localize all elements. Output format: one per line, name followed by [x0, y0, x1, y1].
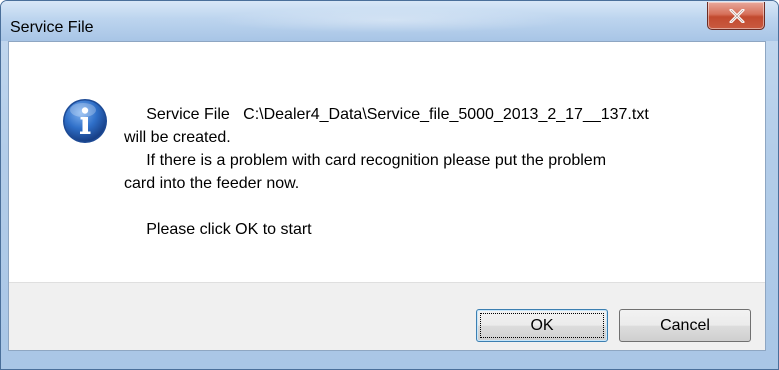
window-title: Service File: [10, 19, 94, 36]
focus-rectangle: [480, 313, 604, 338]
information-icon: [63, 99, 107, 143]
message-area: Service File C:\Dealer4_Data\Service_fil…: [9, 42, 765, 282]
message-line-problem: If there is a problem with card recognit…: [124, 152, 607, 169]
ok-button[interactable]: OK: [476, 309, 608, 342]
close-button[interactable]: [707, 2, 765, 30]
message-line-click-ok: Please click OK to start: [124, 221, 312, 238]
title-bar[interactable]: Service File: [1, 1, 778, 41]
cancel-button[interactable]: Cancel: [619, 309, 751, 342]
dialog-window: Service File Service File C:\Dealer4_Dat…: [0, 0, 779, 370]
dialog-client-area: Service File C:\Dealer4_Data\Service_fil…: [8, 41, 766, 351]
message-line-will-be-created: will be created.: [124, 129, 231, 146]
close-icon: [729, 9, 745, 23]
button-bar: OK Cancel: [9, 282, 765, 350]
message-line-file-path: Service File C:\Dealer4_Data\Service_fil…: [124, 106, 649, 123]
cancel-button-label: Cancel: [660, 317, 710, 334]
message-line-feeder: card into the feeder now.: [124, 175, 300, 192]
message-text: Service File C:\Dealer4_Data\Service_fil…: [124, 103, 754, 241]
